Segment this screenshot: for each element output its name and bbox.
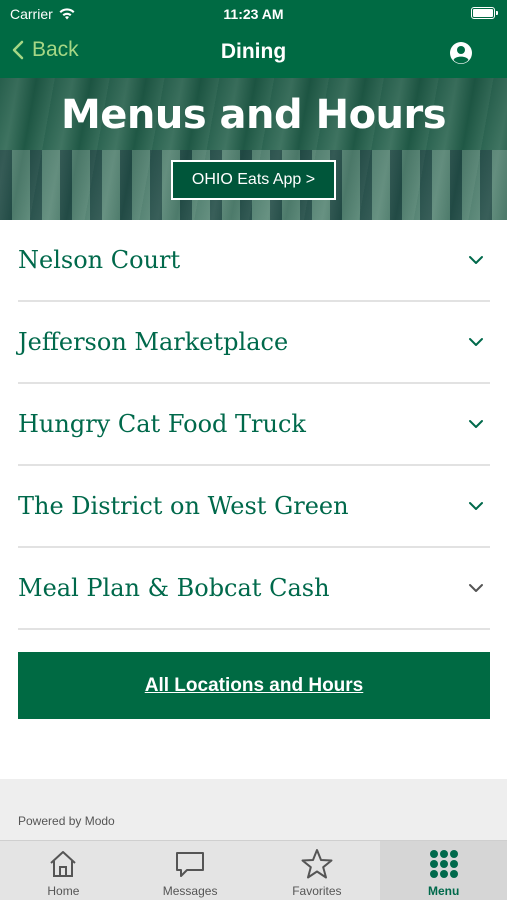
all-locations-button[interactable]: All Locations and Hours <box>18 652 490 719</box>
location-label: Nelson Court <box>18 246 181 274</box>
messages-icon <box>176 852 205 877</box>
chevron-down-icon <box>469 584 483 592</box>
location-label: Meal Plan & Bobcat Cash <box>18 574 330 602</box>
clock: 11:23 AM <box>223 6 284 22</box>
tab-label: Messages <box>162 884 218 898</box>
chevron-down-icon <box>469 256 483 264</box>
location-label: The District on West Green <box>18 492 349 520</box>
tab-label: Home <box>47 884 80 898</box>
tab-home[interactable]: Home <box>0 841 127 900</box>
location-item-hungry-cat-food-truck[interactable]: Hungry Cat Food Truck <box>18 384 490 466</box>
chevron-down-icon <box>469 338 483 346</box>
location-item-jefferson-marketplace[interactable]: Jefferson Marketplace <box>18 302 490 384</box>
footer: Powered by Modo <box>0 779 507 840</box>
tab-messages[interactable]: Messages <box>127 841 254 900</box>
location-item-nelson-court[interactable]: Nelson Court <box>18 220 490 302</box>
hero-banner: Menus and Hours OHIO Eats App > <box>0 78 507 220</box>
location-item-the-district[interactable]: The District on West Green <box>18 466 490 548</box>
location-list: Nelson Court Jefferson Marketplace Hungr… <box>18 220 490 630</box>
tab-label: Favorites <box>292 884 342 898</box>
grid-icon <box>429 850 458 878</box>
account-icon[interactable] <box>449 41 473 65</box>
star-icon <box>301 849 333 879</box>
battery-icon <box>471 7 498 19</box>
location-item-meal-plan[interactable]: Meal Plan & Bobcat Cash <box>18 548 490 630</box>
ohio-eats-app-button[interactable]: OHIO Eats App > <box>171 160 336 200</box>
powered-by-text: Powered by Modo <box>18 814 115 828</box>
location-label: Jefferson Marketplace <box>18 328 289 356</box>
tab-menu[interactable]: Menu <box>380 841 507 900</box>
status-bar: Carrier 11:23 AM <box>0 0 507 28</box>
page-title: Dining <box>220 40 287 63</box>
hero-heading: Menus and Hours <box>60 92 447 138</box>
tab-favorites[interactable]: Favorites <box>254 841 381 900</box>
home-icon <box>50 851 77 877</box>
navigation-bar: Back Dining <box>0 28 507 78</box>
tab-label: Menu <box>427 884 460 898</box>
chevron-down-icon <box>469 502 483 510</box>
location-label: Hungry Cat Food Truck <box>18 410 306 438</box>
chevron-down-icon <box>469 420 483 428</box>
tab-bar: Home Messages Favorites Menu <box>0 840 507 900</box>
